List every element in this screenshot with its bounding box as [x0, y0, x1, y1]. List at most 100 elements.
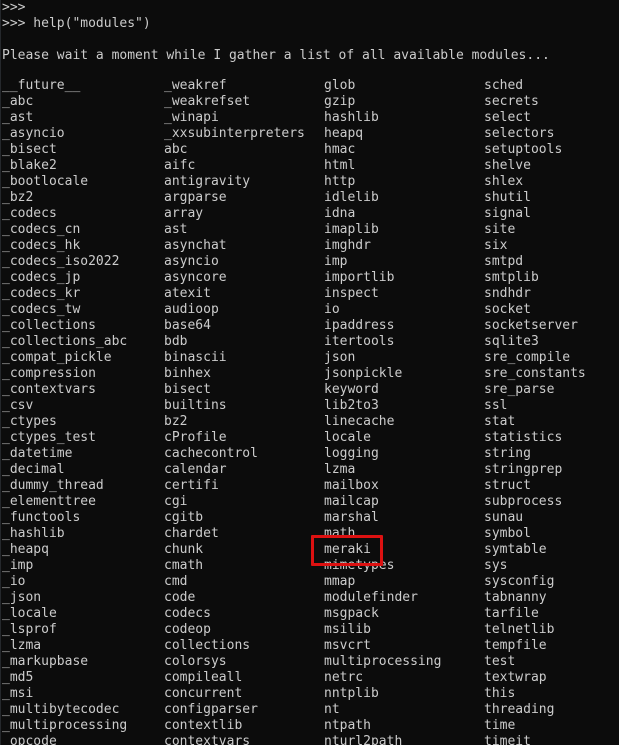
- module-name: mailbox: [324, 478, 379, 493]
- module-name: sre_compile: [484, 350, 571, 365]
- module-name: meraki: [324, 542, 371, 557]
- module-name: binhex: [164, 366, 211, 381]
- module-name: sndhdr: [484, 286, 531, 301]
- module-name: multiprocessing: [324, 654, 442, 669]
- module-name: _xxsubinterpreters: [164, 126, 305, 141]
- python-console-terminal[interactable]: >>> >>> help("modules") Please wait a mo…: [0, 0, 619, 745]
- module-name: sqlite3: [484, 334, 539, 349]
- module-name: collections: [164, 638, 251, 653]
- module-name: io: [324, 302, 340, 317]
- module-name: tarfile: [484, 606, 539, 621]
- module-name: symtable: [484, 542, 547, 557]
- module-name: _opcode: [2, 734, 57, 745]
- module-name: nturl2path: [324, 734, 403, 745]
- module-name: _hashlib: [2, 526, 65, 541]
- module-name: marshal: [324, 510, 379, 525]
- module-name: _functools: [2, 510, 81, 525]
- module-name: contextlib: [164, 718, 243, 733]
- module-name: _heapq: [2, 542, 49, 557]
- module-name: _multiprocessing: [2, 718, 128, 733]
- module-name: site: [484, 222, 516, 237]
- module-name: __future__: [2, 78, 81, 93]
- console-status-line: Please wait a moment while I gather a li…: [2, 48, 550, 63]
- module-name: shutil: [484, 190, 531, 205]
- module-name: symbol: [484, 526, 531, 541]
- module-name: _md5: [2, 670, 34, 685]
- module-name: math: [324, 526, 356, 541]
- console-command-line: >>> help("modules"): [2, 16, 151, 31]
- module-name: _multibytecodec: [2, 702, 120, 717]
- module-name: builtins: [164, 398, 227, 413]
- module-name: _asyncio: [2, 126, 65, 141]
- module-name: chunk: [164, 542, 204, 557]
- console-header-block: >>> >>> help("modules") Please wait a mo…: [2, 0, 617, 80]
- module-name: test: [484, 654, 516, 669]
- module-name: compileall: [164, 670, 243, 685]
- module-name: array: [164, 206, 204, 221]
- module-name: http: [324, 174, 356, 189]
- module-name: itertools: [324, 334, 395, 349]
- module-name: nt: [324, 702, 340, 717]
- module-name: socketserver: [484, 318, 578, 333]
- module-name: ipaddress: [324, 318, 395, 333]
- module-name: msilib: [324, 622, 371, 637]
- module-name: signal: [484, 206, 531, 221]
- module-name: cmath: [164, 558, 204, 573]
- module-name: string: [484, 446, 531, 461]
- module-name: jsonpickle: [324, 366, 403, 381]
- module-name: cgi: [164, 494, 188, 509]
- module-name: textwrap: [484, 670, 547, 685]
- module-name: _locale: [2, 606, 57, 621]
- module-name: _compression: [2, 366, 96, 381]
- module-name: asyncio: [164, 254, 219, 269]
- module-name: _ast: [2, 110, 34, 125]
- module-name: _codecs_hk: [2, 238, 81, 253]
- module-name: tabnanny: [484, 590, 547, 605]
- module-name: hashlib: [324, 110, 379, 125]
- module-name: codeop: [164, 622, 211, 637]
- module-name: _dummy_thread: [2, 478, 104, 493]
- module-name: _abc: [2, 94, 34, 109]
- module-name: mailcap: [324, 494, 379, 509]
- module-name: subprocess: [484, 494, 563, 509]
- module-name: smtplib: [484, 270, 539, 285]
- module-name: socket: [484, 302, 531, 317]
- module-name: _contextvars: [2, 382, 96, 397]
- module-name: bdb: [164, 334, 188, 349]
- module-name: argparse: [164, 190, 227, 205]
- module-name: telnetlib: [484, 622, 555, 637]
- module-name: chardet: [164, 526, 219, 541]
- module-name: importlib: [324, 270, 395, 285]
- module-name: concurrent: [164, 686, 243, 701]
- module-name: mimetypes: [324, 558, 395, 573]
- module-name: _decimal: [2, 462, 65, 477]
- module-name: struct: [484, 478, 531, 493]
- module-name: _codecs: [2, 206, 57, 221]
- module-column-3: glob gzip hashlib heapq hmac html http idlelib i…: [321, 78, 481, 745]
- module-name: _imp: [2, 558, 34, 573]
- console-prompt-line: >>>: [2, 0, 26, 15]
- module-name: statistics: [484, 430, 563, 445]
- module-name: inspect: [324, 286, 379, 301]
- module-name: _msi: [2, 686, 34, 701]
- module-name: _collections: [2, 318, 96, 333]
- module-name: _lsprof: [2, 622, 57, 637]
- module-name: imghdr: [324, 238, 371, 253]
- module-name: sre_constants: [484, 366, 586, 381]
- module-name: cProfile: [164, 430, 227, 445]
- module-name: certifi: [164, 478, 219, 493]
- module-name: locale: [324, 430, 371, 445]
- module-name: bz2: [164, 414, 188, 429]
- module-name: sched: [484, 78, 524, 93]
- module-name: _io: [2, 574, 26, 589]
- module-name: sunau: [484, 510, 524, 525]
- module-column-1: __future__ _abc _ast _asyncio _bisect _blake2…: [0, 78, 161, 745]
- module-name: _blake2: [2, 158, 57, 173]
- module-name: select: [484, 110, 531, 125]
- module-name: _ctypes_test: [2, 430, 96, 445]
- module-name: modulefinder: [324, 590, 418, 605]
- module-name: stat: [484, 414, 516, 429]
- module-name: linecache: [324, 414, 395, 429]
- module-name: gzip: [324, 94, 356, 109]
- module-name: threading: [484, 702, 555, 717]
